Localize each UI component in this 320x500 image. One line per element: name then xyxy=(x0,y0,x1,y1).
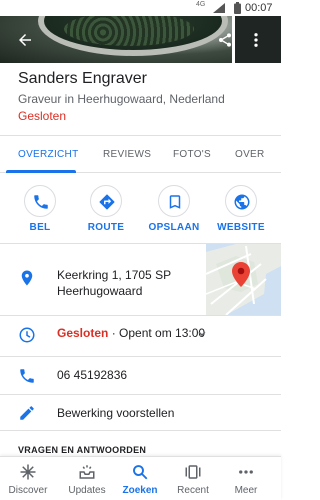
route-button[interactable]: ROUTE xyxy=(76,185,136,233)
place-category: Graveur in Heerhugowaard, Nederland xyxy=(18,92,225,106)
save-label: OPSLAAN xyxy=(148,222,200,233)
phone-number: 06 45192836 xyxy=(57,368,128,382)
network-type: 4G xyxy=(196,1,206,8)
search-icon xyxy=(133,465,148,480)
qa-section: VRAGEN EN ANTWOORDEN xyxy=(0,430,281,458)
map-thumbnail[interactable] xyxy=(206,244,281,315)
hours-status: Gesloten xyxy=(57,326,109,340)
nav-recent[interactable]: Recent xyxy=(165,463,221,496)
nav-more-label: Meer xyxy=(234,485,258,496)
nav-more[interactable]: Meer xyxy=(218,463,274,496)
address-line-1: Keerkring 1, 1705 SP xyxy=(57,268,172,282)
location-pin-icon xyxy=(21,270,33,286)
nav-recent-label: Recent xyxy=(177,485,209,496)
place-title: Sanders Engraver xyxy=(18,70,147,87)
place-photo-header xyxy=(0,16,281,63)
call-button[interactable]: BEL xyxy=(10,185,70,233)
directions-icon xyxy=(99,194,115,210)
discover-icon xyxy=(20,464,36,480)
map-image xyxy=(206,244,281,315)
open-status: Gesloten xyxy=(18,109,67,123)
tab-overzicht[interactable]: OVERZICHT xyxy=(18,149,78,160)
more-vert-icon[interactable] xyxy=(250,31,262,49)
tab-fotos[interactable]: FOTO'S xyxy=(173,149,211,160)
phone-icon xyxy=(20,369,34,383)
back-arrow-icon[interactable] xyxy=(16,31,34,49)
nav-updates[interactable]: Updates xyxy=(59,463,115,496)
updates-icon xyxy=(79,465,95,479)
share-icon[interactable] xyxy=(217,32,233,48)
more-icon xyxy=(239,470,253,474)
nav-search-label: Zoeken xyxy=(122,485,158,496)
address-row[interactable]: Keerkring 1, 1705 SP Heerhugowaard xyxy=(0,244,281,316)
tab-bar: OVERZICHT REVIEWS FOTO'S OVER xyxy=(0,135,281,173)
status-bar: 4G 00:07 xyxy=(0,0,281,16)
bookmark-icon xyxy=(169,195,181,209)
address-line-2: Heerhugowaard xyxy=(57,284,143,298)
tab-reviews[interactable]: REVIEWS xyxy=(103,149,151,160)
phone-row[interactable]: 06 45192836 xyxy=(0,356,281,394)
suggest-edit-row[interactable]: Bewerking voorstellen xyxy=(0,394,281,430)
globe-icon xyxy=(234,194,250,210)
battery-icon xyxy=(234,2,241,14)
bottom-navigation: Discover Updates Zoeken Recent Meer xyxy=(0,456,281,500)
place-photo[interactable] xyxy=(0,16,232,63)
qa-header: VRAGEN EN ANTWOORDEN xyxy=(18,445,147,455)
phone-icon xyxy=(34,195,48,209)
route-label: ROUTE xyxy=(87,222,125,233)
tab-over[interactable]: OVER xyxy=(235,149,265,160)
clock: 00:07 xyxy=(245,2,273,14)
website-button[interactable]: WEBSITE xyxy=(211,185,271,233)
edit-pencil-icon xyxy=(20,406,34,420)
nav-discover[interactable]: Discover xyxy=(0,463,56,496)
nav-search[interactable]: Zoeken xyxy=(112,463,168,496)
action-buttons: BEL ROUTE OPSLAAN WEBSITE xyxy=(0,173,281,244)
signal-icon xyxy=(213,3,225,13)
save-button[interactable]: OPSLAAN xyxy=(144,185,204,233)
hours-next-open: · Opent om 13:00 xyxy=(108,326,206,340)
suggest-edit-label: Bewerking voorstellen xyxy=(57,406,175,420)
call-label: BEL xyxy=(29,222,51,233)
recent-icon xyxy=(185,465,201,479)
website-label: WEBSITE xyxy=(217,222,265,233)
nav-updates-label: Updates xyxy=(68,485,106,496)
nav-discover-label: Discover xyxy=(8,485,48,496)
chevron-down-icon[interactable] xyxy=(195,327,209,341)
hours-row[interactable]: Gesloten · Opent om 13:00 xyxy=(0,316,281,356)
clock-icon xyxy=(19,327,35,343)
hours-text: Gesloten · Opent om 13:00 xyxy=(57,326,205,340)
